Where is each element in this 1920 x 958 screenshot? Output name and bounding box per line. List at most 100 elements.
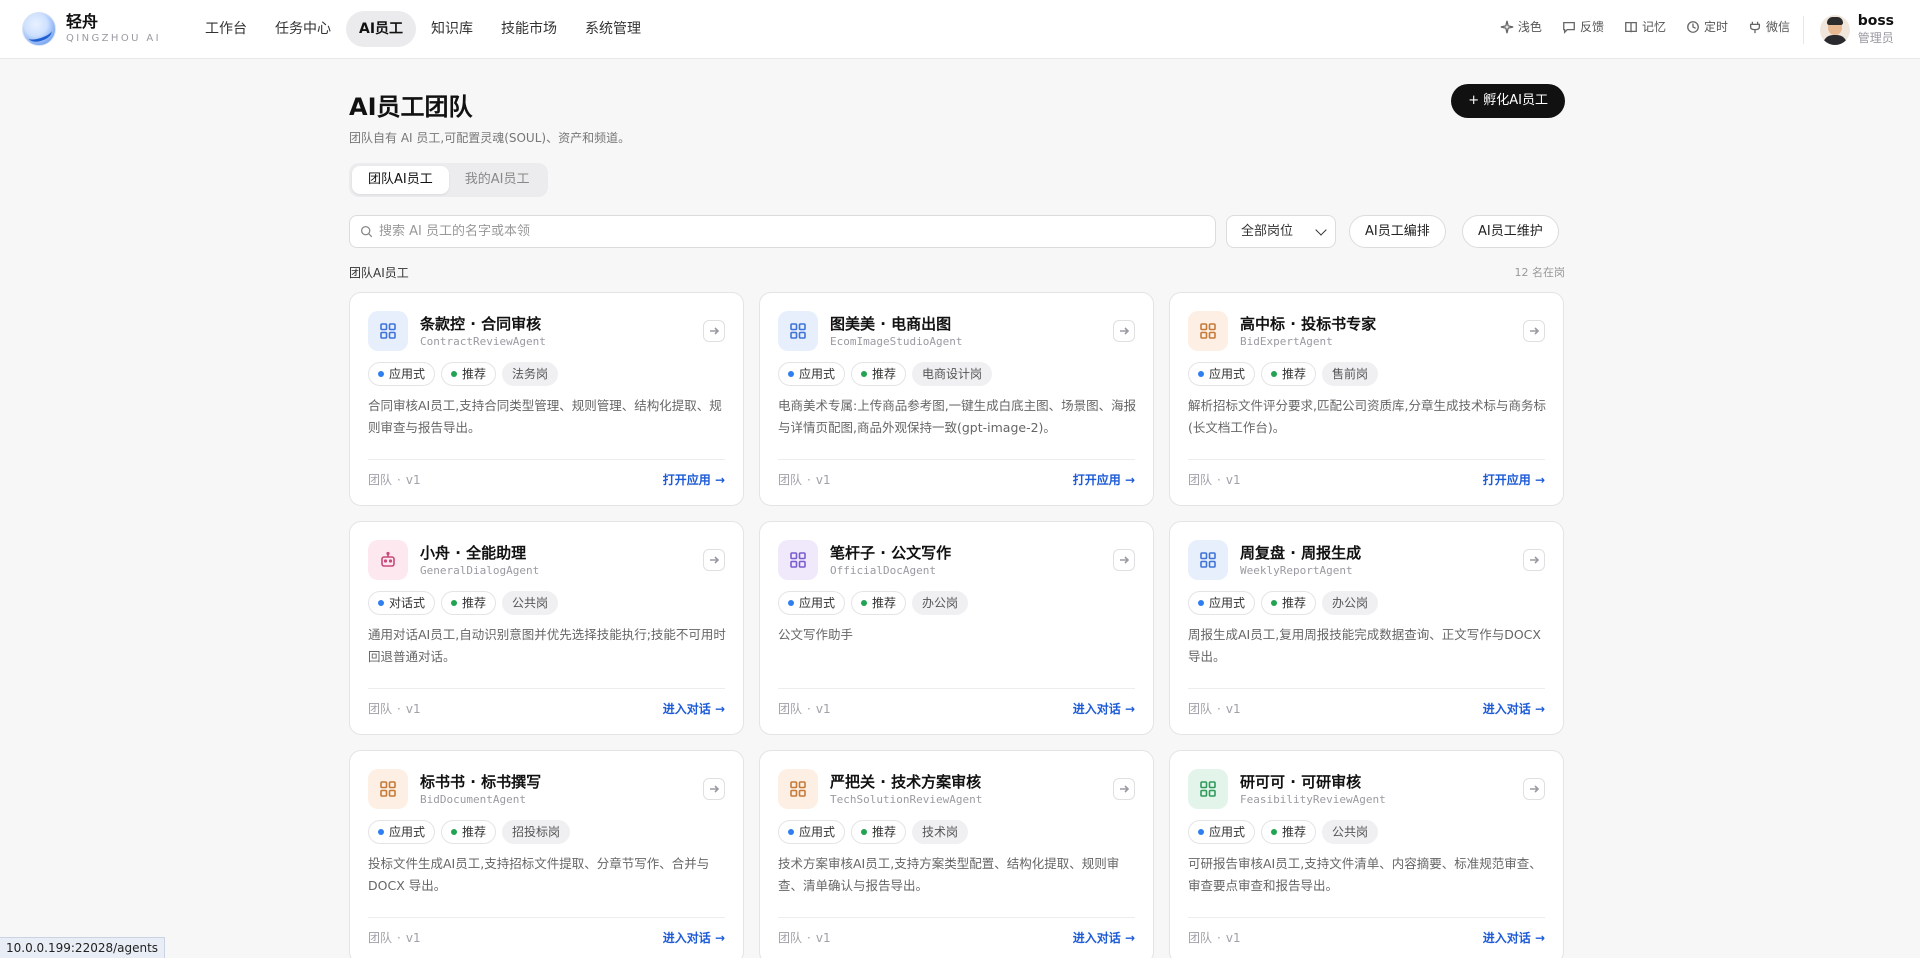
tab-team-ai-employees[interactable]: 团队AI员工 [352,166,449,194]
open-arrow-button[interactable] [1523,320,1545,342]
dept-tag: 电商设计岗 [912,362,993,386]
nav-item-system-admin[interactable]: 系统管理 [572,11,654,47]
grid-icon [380,323,396,339]
agent-card-TechSolutionReviewAgent[interactable]: 严把关 · 技术方案审核 TechSolutionReviewAgent 应用式… [759,750,1154,958]
search-input[interactable] [379,224,1199,239]
recommend-tag-label: 推荐 [462,825,487,839]
agent-action-link[interactable]: 进入对话 → [1073,700,1135,717]
role-select[interactable]: 全部岗位 [1226,215,1336,248]
agent-action-link[interactable]: 打开应用 → [663,471,725,488]
recommend-dot [1271,829,1278,835]
mode-tag: 对话式 [368,591,436,615]
agent-icon-box [1188,311,1228,351]
open-arrow-button[interactable] [703,549,725,571]
agent-action-link[interactable]: 进入对话 → [663,929,725,946]
search-icon [360,225,373,238]
card-divider [368,917,725,918]
agent-card-BidDocumentAgent[interactable]: 标书书 · 标书撰写 BidDocumentAgent 应用式 推荐 招投标岗 … [349,750,744,958]
dept-tag: 办公岗 [912,591,969,615]
recommend-tag-label: 推荐 [1282,596,1307,610]
status-url: 10.0.0.199:22028/agents [0,937,166,958]
robot-icon [381,551,395,567]
mode-tag: 应用式 [1188,591,1256,615]
hatch-ai-employee-button[interactable]: + 孵化AI员工 [1451,84,1565,118]
message-icon [1563,21,1575,34]
grid-icon [1200,552,1216,568]
agent-description: 合同审核AI员工,支持合同类型管理、规则管理、结构化提取、规则审查与报告导出。 [368,398,722,435]
open-arrow-button[interactable] [1113,778,1135,800]
agent-action-link[interactable]: 进入对话 → [663,700,725,717]
agent-icon-box [1188,540,1228,580]
sparkle-icon [1500,20,1514,33]
recommend-dot [861,600,868,606]
mode-tag-label: 应用式 [799,825,836,839]
open-arrow-button[interactable] [1523,549,1545,571]
agent-title: 高中标 · 投标书专家 [1240,315,1377,333]
agent-card-FeasibilityReviewAgent[interactable]: 研可可 · 可研审核 FeasibilityReviewAgent 应用式 推荐… [1169,750,1564,958]
grid-icon [790,781,806,797]
dept-tag: 办公岗 [1322,591,1379,615]
agent-action-link[interactable]: 打开应用 → [1483,471,1545,488]
agent-tags: 应用式 推荐 办公岗 [1188,591,1384,615]
agent-action-link[interactable]: 进入对话 → [1073,929,1135,946]
agent-card-BidExpertAgent[interactable]: 高中标 · 投标书专家 BidExpertAgent 应用式 推荐 售前岗 解析… [1169,292,1564,506]
page-title: AI员工团队 [349,93,473,121]
dept-tag: 技术岗 [912,820,969,844]
maintain-button[interactable]: AI员工维护 [1462,215,1559,248]
nav-item-skill-market[interactable]: 技能市场 [488,11,570,47]
agent-card-WeeklyReportAgent[interactable]: 周复盘 · 周报生成 WeeklyReportAgent 应用式 推荐 办公岗 … [1169,521,1564,735]
dept-tag: 售前岗 [1322,362,1379,386]
top-bar: 轻舟 QINGZHOU AI 工作台 任务中心 AI员工 知识库 技能市场 系统… [0,0,1920,59]
schedule-button[interactable]: 定时 [1686,18,1728,35]
agent-title: 笔杆子 · 公文写作 [830,544,952,562]
memory-button[interactable]: 记忆 [1624,18,1666,35]
agent-card-ContractReviewAgent[interactable]: 条款控 · 合同审核 ContractReviewAgent 应用式 推荐 法务… [349,292,744,506]
open-arrow-button[interactable] [703,778,725,800]
nav-item-knowledge-base[interactable]: 知识库 [418,11,486,47]
agent-action-link[interactable]: 进入对话 → [1483,700,1545,717]
user-menu[interactable]: boss 管理员 [1819,13,1894,46]
theme-toggle[interactable]: 浅色 [1500,18,1542,35]
nav-item-workbench[interactable]: 工作台 [192,11,260,47]
open-arrow-button[interactable] [703,320,725,342]
brand[interactable]: 轻舟 QINGZHOU AI [22,12,161,46]
agent-meta: 团队 · v1 [368,473,421,487]
agent-card-EcomImageStudioAgent[interactable]: 图美美 · 电商出图 EcomImageStudioAgent 应用式 推荐 电… [759,292,1154,506]
wechat-label: 微信 [1765,20,1790,34]
agent-description: 投标文件生成AI员工,支持招标文件提取、分章节写作、合并与DOCX 导出。 [368,856,710,893]
open-arrow-button[interactable] [1523,778,1545,800]
mode-tag-label: 应用式 [1209,367,1246,381]
agent-code-name: BidExpertAgent [1240,335,1333,348]
wechat-button[interactable]: 微信 [1748,18,1790,35]
card-divider [778,688,1135,689]
feedback-button[interactable]: 反馈 [1562,18,1604,35]
tab-my-ai-employees[interactable]: 我的AI员工 [449,166,546,194]
card-divider [368,459,725,460]
agent-code-name: WeeklyReportAgent [1240,564,1353,577]
section-count: 12 名在岗 [1514,266,1566,279]
nav-item-task-center[interactable]: 任务中心 [262,11,344,47]
book-icon [1625,21,1637,32]
agent-action-link[interactable]: 打开应用 → [1073,471,1135,488]
nav-item-ai-employees[interactable]: AI员工 [346,11,417,47]
grid-icon [1200,323,1216,339]
agent-card-OfficialDocAgent[interactable]: 笔杆子 · 公文写作 OfficialDocAgent 应用式 推荐 办公岗 公… [759,521,1154,735]
card-divider [1188,688,1545,689]
recommend-tag: 推荐 [851,820,907,844]
open-arrow-button[interactable] [1113,320,1135,342]
agent-action-link[interactable]: 进入对话 → [1483,929,1545,946]
open-arrow-button[interactable] [1113,549,1135,571]
mode-tag: 应用式 [1188,362,1256,386]
top-tools: 浅色 反馈 记忆 定时 微信 [1480,18,1790,35]
agent-icon-box [778,769,818,809]
recommend-dot [451,829,458,835]
agent-description: 公文写作助手 [778,627,854,642]
agent-card-GeneralDialogAgent[interactable]: 小舟 · 全能助理 GeneralDialogAgent 对话式 推荐 公共岗 … [349,521,744,735]
mode-tag: 应用式 [778,591,846,615]
arrow-right-icon [710,785,720,793]
agent-meta: 团队 · v1 [368,931,421,945]
arrange-button[interactable]: AI员工编排 [1349,215,1446,248]
agent-version: v1 [405,702,421,716]
recommend-tag-label: 推荐 [1282,825,1307,839]
agent-scope: 团队 [1188,473,1213,487]
